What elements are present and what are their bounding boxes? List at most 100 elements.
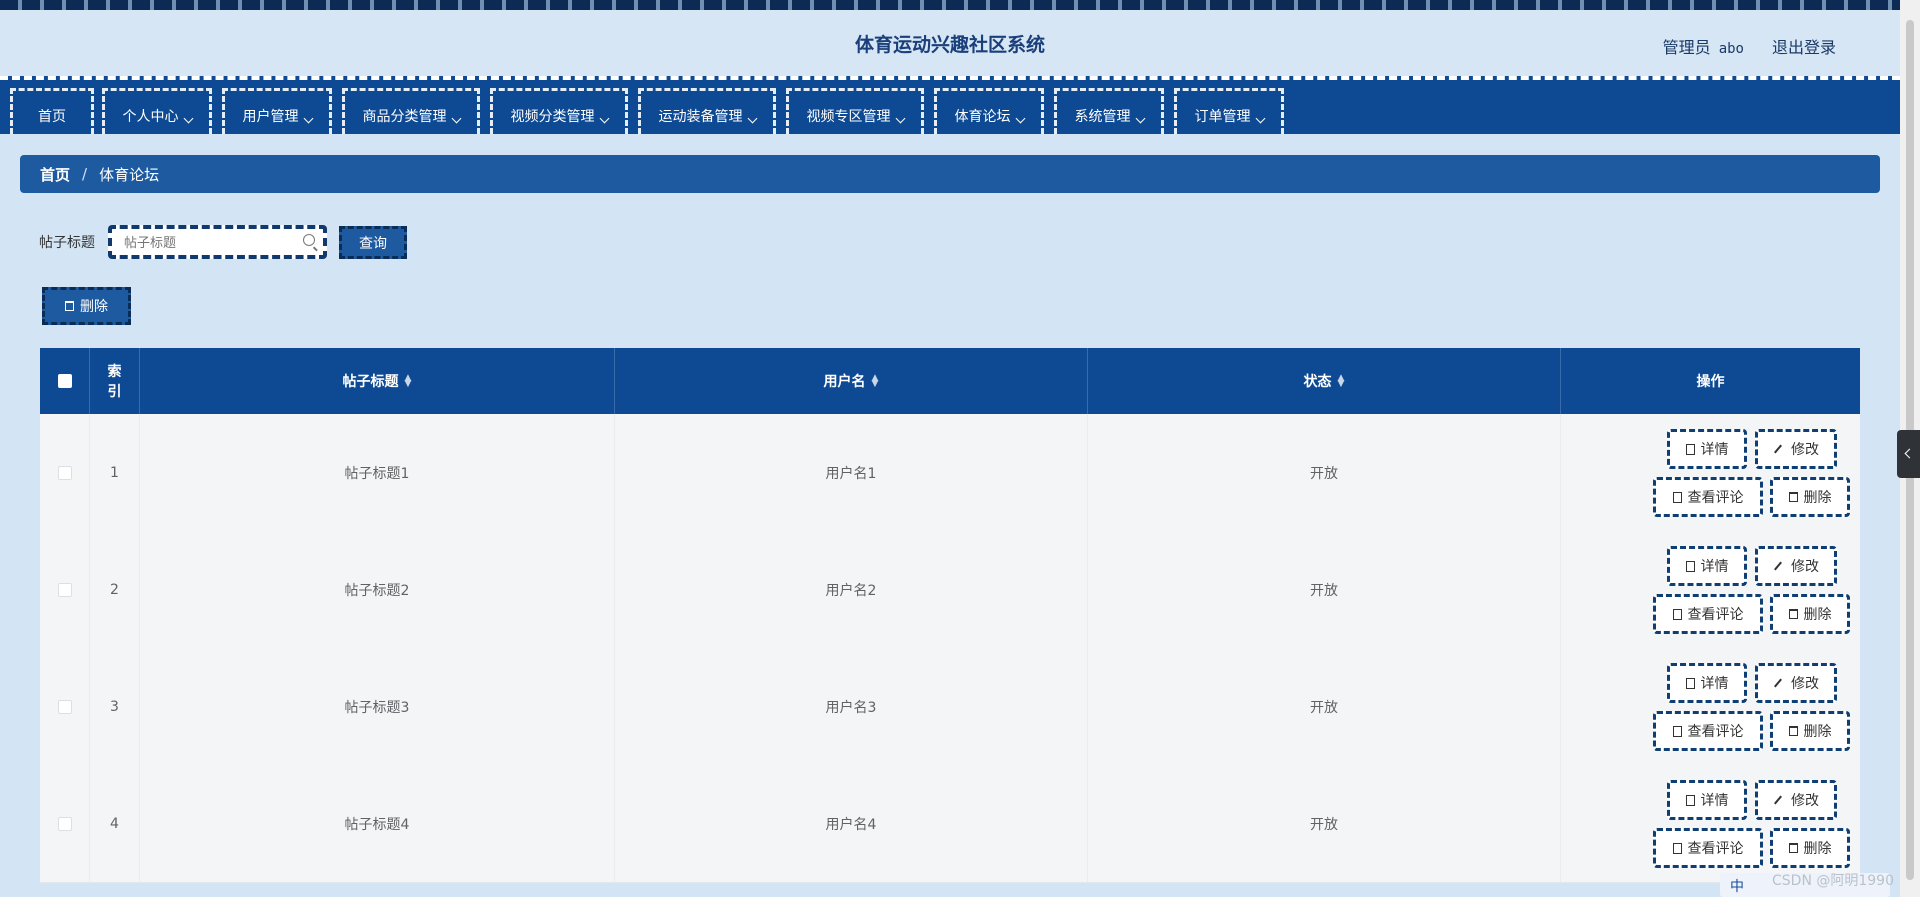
batch-delete-button[interactable]: 删除 <box>42 287 131 325</box>
chevron-down-icon <box>895 113 905 124</box>
row-checkbox-cell <box>40 648 90 765</box>
row-status: 开放 <box>1088 648 1561 765</box>
row-index: 1 <box>90 414 140 531</box>
nav-home[interactable]: 首页 <box>10 88 94 134</box>
delete-button[interactable]: 删除 <box>1770 828 1850 868</box>
header-status[interactable]: 状态 ▲ ▼ <box>1088 348 1561 414</box>
nav-order-management[interactable]: 订单管理 <box>1174 88 1284 134</box>
row-index: 3 <box>90 648 140 765</box>
row-actions: 详情 修改 查看评论 删除 <box>1561 531 1861 648</box>
edit-icon <box>1774 561 1782 571</box>
search-field[interactable] <box>108 225 327 259</box>
search-icon <box>303 234 315 246</box>
top-border <box>0 0 1920 10</box>
nav-video-zone-management[interactable]: 视频专区管理 <box>786 88 924 134</box>
detail-button[interactable]: 详情 <box>1667 546 1747 586</box>
trash-icon <box>1788 843 1798 853</box>
view-comments-button[interactable]: 查看评论 <box>1653 711 1763 751</box>
header-title[interactable]: 帖子标题 ▲ ▼ <box>140 348 615 414</box>
search-label: 帖子标题 <box>39 235 95 251</box>
document-icon <box>1685 794 1695 806</box>
chevron-down-icon <box>747 113 757 124</box>
detail-button[interactable]: 详情 <box>1667 663 1747 703</box>
nav-sports-forum[interactable]: 体育论坛 <box>934 88 1044 134</box>
nav-video-category-management[interactable]: 视频分类管理 <box>490 88 628 134</box>
chevron-down-icon <box>303 113 313 124</box>
row-checkbox[interactable] <box>57 816 72 831</box>
document-icon <box>1672 725 1682 737</box>
header-actions: 操作 <box>1696 374 1725 390</box>
edit-button[interactable]: 修改 <box>1755 663 1837 703</box>
row-checkbox[interactable] <box>57 465 72 480</box>
row-title: 帖子标题1 <box>140 414 615 531</box>
search-input[interactable] <box>122 229 296 257</box>
row-username: 用户名4 <box>615 765 1088 882</box>
user-role: 管理员 <box>1662 38 1711 57</box>
row-checkbox-cell <box>40 765 90 882</box>
edit-button[interactable]: 修改 <box>1755 780 1837 820</box>
trash-icon <box>1788 609 1798 619</box>
document-icon <box>1685 443 1695 455</box>
edit-button[interactable]: 修改 <box>1755 546 1837 586</box>
sort-icon: ▲ ▼ <box>871 373 879 389</box>
app-title: 体育运动兴趣社区系统 <box>854 34 1045 56</box>
chevron-down-icon <box>451 113 461 124</box>
row-actions: 详情 修改 查看评论 删除 <box>1561 648 1861 765</box>
breadcrumb-home[interactable]: 首页 <box>40 164 70 185</box>
query-button[interactable]: 查询 <box>339 226 407 259</box>
row-username: 用户名3 <box>615 648 1088 765</box>
breadcrumb-separator: / <box>82 165 88 183</box>
row-status: 开放 <box>1088 531 1561 648</box>
logout-link[interactable]: 退出登录 <box>1772 38 1836 57</box>
row-checkbox[interactable] <box>57 582 72 597</box>
row-title: 帖子标题3 <box>140 648 615 765</box>
user-area: 管理员 abo 退出登录 <box>1663 34 1836 58</box>
detail-button[interactable]: 详情 <box>1667 429 1747 469</box>
row-title: 帖子标题2 <box>140 531 615 648</box>
header-username[interactable]: 用户名 ▲ ▼ <box>615 348 1088 414</box>
edit-icon <box>1774 795 1782 805</box>
nav-product-category-management[interactable]: 商品分类管理 <box>342 88 480 134</box>
edit-icon <box>1774 444 1782 454</box>
view-comments-button[interactable]: 查看评论 <box>1653 828 1763 868</box>
user-name: abo <box>1718 41 1744 57</box>
sort-icon: ▲ ▼ <box>404 373 412 389</box>
row-checkbox[interactable] <box>57 699 72 714</box>
document-icon <box>1685 677 1695 689</box>
ime-language: 中 <box>1730 879 1744 895</box>
view-comments-button[interactable]: 查看评论 <box>1653 477 1763 517</box>
document-icon <box>1672 608 1682 620</box>
row-checkbox-cell <box>40 531 90 648</box>
edit-icon <box>1774 678 1782 688</box>
top-navbar: 首页 个人中心 用户管理 商品分类管理 视频分类管理 运动装备管理 视频专区管理… <box>0 76 1900 134</box>
nav-system-management[interactable]: 系统管理 <box>1054 88 1164 134</box>
row-actions: 详情 修改 查看评论 删除 <box>1561 765 1861 882</box>
table-row: 4 帖子标题4 用户名4 开放 详情 修改 查看评论 删除 <box>40 765 1860 883</box>
select-all-checkbox[interactable] <box>57 374 72 388</box>
delete-button[interactable]: 删除 <box>1770 594 1850 634</box>
chevron-down-icon <box>183 113 193 124</box>
nav-sports-equipment-management[interactable]: 运动装备管理 <box>638 88 776 134</box>
collapse-handle[interactable] <box>1897 430 1920 478</box>
view-comments-button[interactable]: 查看评论 <box>1653 594 1763 634</box>
table-row: 1 帖子标题1 用户名1 开放 详情 修改 查看评论 删除 <box>40 414 1860 532</box>
table-row: 3 帖子标题3 用户名3 开放 详情 修改 查看评论 删除 <box>40 648 1860 766</box>
delete-button[interactable]: 删除 <box>1770 711 1850 751</box>
document-icon <box>1672 842 1682 854</box>
watermark: CSDN @阿明1990 <box>1772 873 1894 889</box>
document-icon <box>1672 491 1682 503</box>
delete-button[interactable]: 删除 <box>1770 477 1850 517</box>
row-actions: 详情 修改 查看评论 删除 <box>1561 414 1861 531</box>
row-status: 开放 <box>1088 414 1561 531</box>
trash-icon <box>1788 492 1798 502</box>
detail-button[interactable]: 详情 <box>1667 780 1747 820</box>
select-all-cell <box>40 348 90 414</box>
breadcrumb-current: 体育论坛 <box>99 165 160 184</box>
table-header: 索引 帖子标题 ▲ ▼ 用户名 ▲ ▼ 状态 ▲ ▼ 操作 <box>40 348 1860 414</box>
edit-button[interactable]: 修改 <box>1755 429 1837 469</box>
chevron-down-icon <box>1015 113 1025 124</box>
trash-icon <box>1788 726 1798 736</box>
nav-personal-center[interactable]: 个人中心 <box>102 88 212 134</box>
row-status: 开放 <box>1088 765 1561 882</box>
nav-user-management[interactable]: 用户管理 <box>222 88 332 134</box>
